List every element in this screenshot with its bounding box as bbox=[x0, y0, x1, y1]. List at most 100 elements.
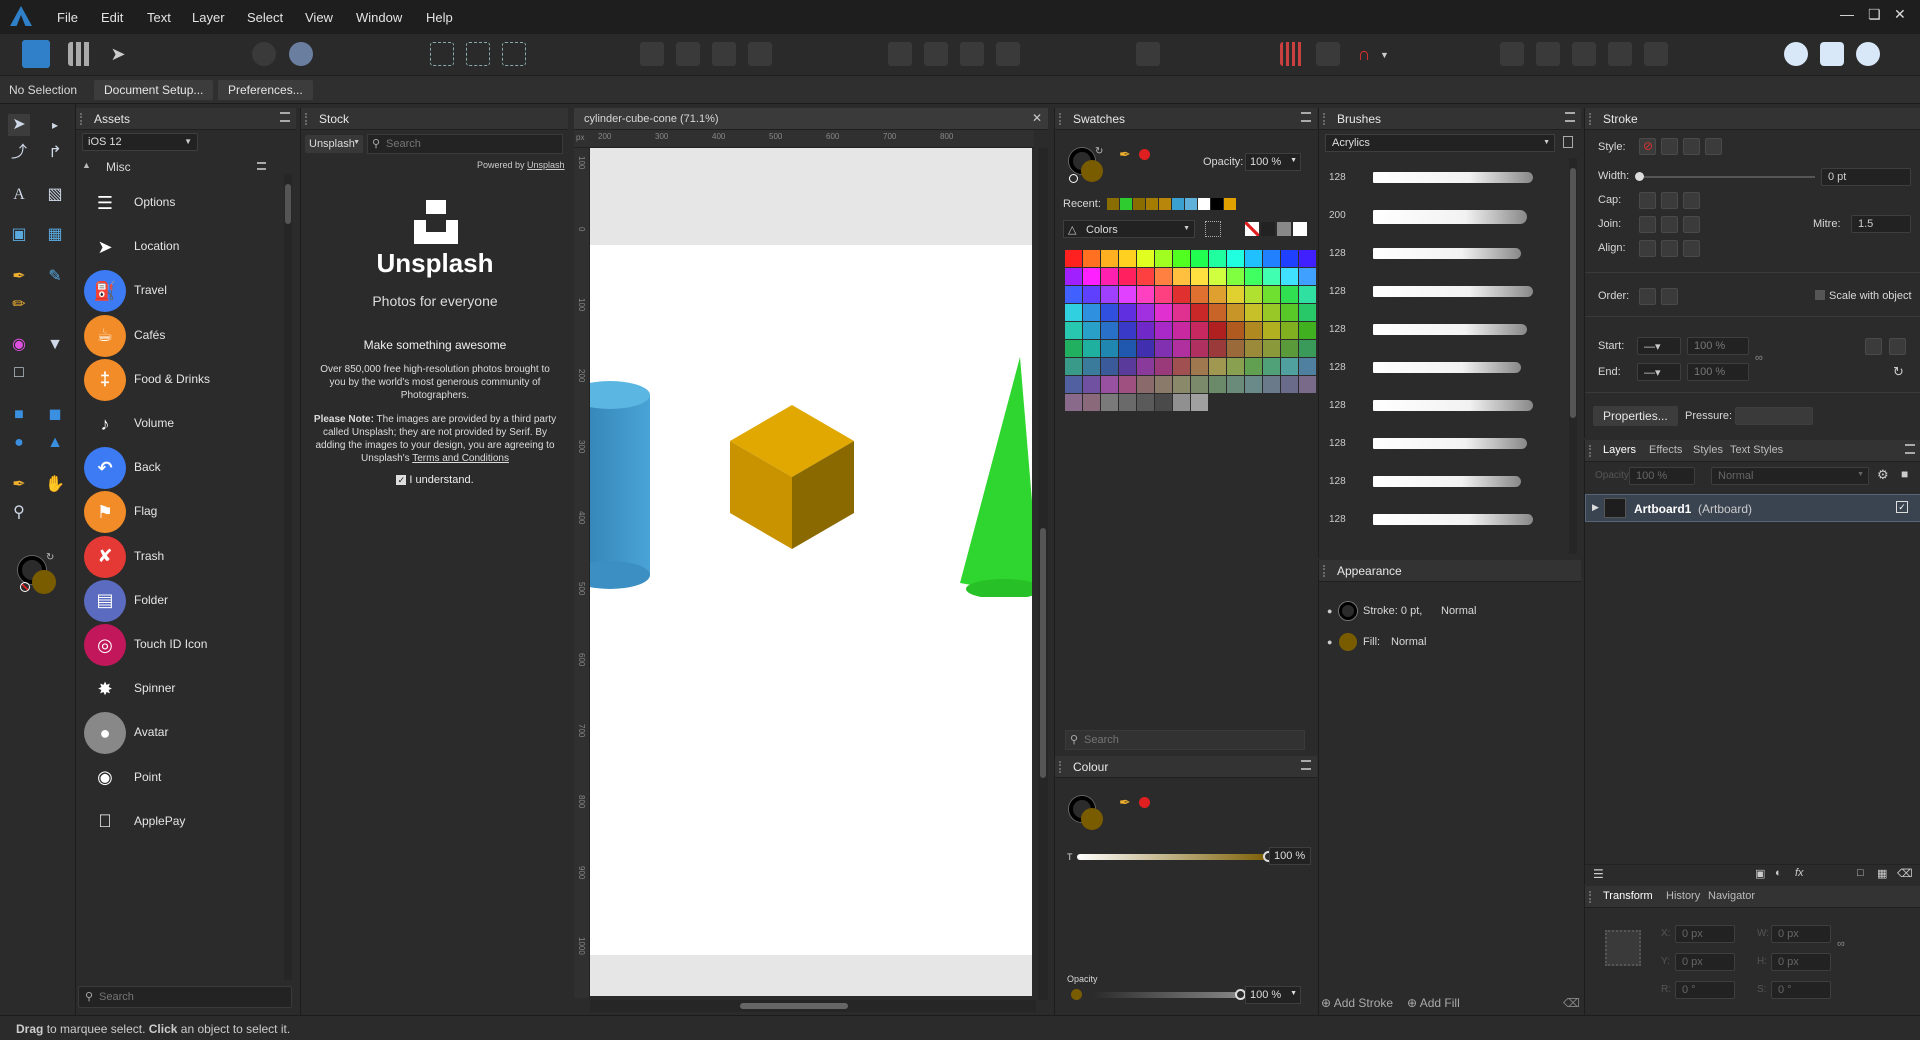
menu-select[interactable]: Select bbox=[247, 10, 283, 25]
swatch-cell[interactable] bbox=[1137, 304, 1154, 321]
understand-checkbox-row[interactable]: ✓ I understand. bbox=[301, 474, 569, 486]
menu-file[interactable]: File bbox=[57, 10, 78, 25]
transparent-toggle-icon[interactable] bbox=[252, 42, 276, 66]
end-arrow-dropdown[interactable]: —▾ bbox=[1637, 363, 1681, 381]
palette-dropdown[interactable]: △ Colors ▼ bbox=[1063, 220, 1195, 238]
no-colour-icon[interactable] bbox=[20, 582, 30, 592]
black-swatch[interactable] bbox=[1261, 222, 1275, 236]
brush-item[interactable]: 128 bbox=[1329, 278, 1569, 308]
blend-mode-dropdown[interactable]: Normal ▼ bbox=[1711, 467, 1869, 485]
pen-corner-tool-icon[interactable]: ⤴ bbox=[8, 142, 30, 164]
tab-layers[interactable]: Layers bbox=[1603, 444, 1636, 456]
add-stroke-button[interactable]: ⊕ Add Stroke bbox=[1321, 996, 1393, 1010]
swatch-cell[interactable] bbox=[1119, 304, 1136, 321]
swatch-cell[interactable] bbox=[1263, 322, 1280, 339]
list-item[interactable]: ▤ Folder bbox=[84, 578, 284, 622]
end-scale-field[interactable]: 100 % bbox=[1687, 363, 1749, 381]
add-fill-button[interactable]: ⊕ Add Fill bbox=[1407, 996, 1460, 1010]
swatch-cell[interactable] bbox=[1281, 376, 1298, 393]
document-tab[interactable]: cylinder-cube-cone (71.1%) ✕ bbox=[574, 108, 1048, 130]
recent-swatch[interactable] bbox=[1172, 198, 1184, 210]
close-icon[interactable]: ✕ bbox=[1894, 6, 1906, 23]
link-icon[interactable]: ∞ bbox=[1837, 938, 1845, 950]
recent-swatch[interactable] bbox=[1120, 198, 1132, 210]
mitre-field[interactable]: 1.5 bbox=[1851, 215, 1911, 233]
swatch-cell[interactable] bbox=[1263, 358, 1280, 375]
restore-icon[interactable]: ❏ bbox=[1868, 6, 1881, 23]
ruler-top[interactable]: px 200 300 400 500 600 700 800 bbox=[574, 130, 1034, 148]
swatch-cell[interactable] bbox=[1119, 322, 1136, 339]
swatch-cell[interactable] bbox=[1065, 394, 1082, 411]
vscroll-thumb[interactable] bbox=[1040, 528, 1046, 778]
colour-picker-icon[interactable]: ✒ bbox=[1119, 146, 1131, 163]
colour-opacity-slider[interactable] bbox=[1093, 989, 1246, 1000]
appearance-fill-row[interactable]: ● Fill: Normal bbox=[1327, 633, 1567, 655]
panel-grip-icon[interactable] bbox=[1589, 891, 1595, 903]
s-field[interactable]: 0 ° bbox=[1771, 981, 1831, 999]
cube-shape[interactable] bbox=[730, 405, 854, 587]
affinity-designer-logo[interactable] bbox=[10, 6, 32, 26]
appearance-stroke-row[interactable]: ● Stroke: 0 pt, Normal bbox=[1327, 602, 1567, 624]
width-slider-thumb[interactable] bbox=[1635, 172, 1644, 181]
swatch-cell[interactable] bbox=[1101, 322, 1118, 339]
swatch-cell[interactable] bbox=[1101, 394, 1118, 411]
swatch-cell[interactable] bbox=[1299, 304, 1316, 321]
swatch-cell[interactable] bbox=[1245, 250, 1262, 267]
panel-grip-icon[interactable] bbox=[1059, 113, 1065, 125]
swatch-cell[interactable] bbox=[1263, 376, 1280, 393]
boolean-xor-icon[interactable] bbox=[1608, 42, 1632, 66]
artboard-tool-icon[interactable]: ▦ bbox=[44, 224, 66, 246]
scrollbar-thumb[interactable] bbox=[1570, 168, 1576, 418]
insert-behind-icon[interactable] bbox=[1820, 42, 1844, 66]
swatch-cell[interactable] bbox=[1065, 250, 1082, 267]
swatch-cell[interactable] bbox=[1245, 286, 1262, 303]
swatch-cell[interactable] bbox=[1281, 304, 1298, 321]
swatch-cell[interactable] bbox=[1101, 286, 1118, 303]
swatch-cell[interactable] bbox=[1065, 340, 1082, 357]
order-behind-icon[interactable] bbox=[1639, 288, 1656, 305]
snapping-magnet-icon[interactable]: ∩ bbox=[1352, 42, 1376, 66]
swatch-cell[interactable] bbox=[1173, 322, 1190, 339]
cap-square-icon[interactable] bbox=[1683, 192, 1700, 209]
stock-search-input[interactable] bbox=[386, 137, 556, 151]
stroke-style-solid-icon[interactable] bbox=[1661, 138, 1678, 155]
mask-icon[interactable]: ▣ bbox=[1755, 867, 1765, 880]
pixel-persona-icon[interactable] bbox=[68, 42, 92, 66]
brush-item[interactable]: 128 bbox=[1329, 468, 1569, 498]
no-colour-icon[interactable] bbox=[1069, 174, 1078, 183]
swatch-cell[interactable] bbox=[1083, 322, 1100, 339]
list-item[interactable]: ✸ Spinner bbox=[84, 666, 284, 711]
recent-swatch[interactable] bbox=[1224, 198, 1236, 210]
terms-link[interactable]: Terms and Conditions bbox=[412, 453, 509, 464]
swatch-cell[interactable] bbox=[1281, 358, 1298, 375]
recent-swatch[interactable] bbox=[1159, 198, 1171, 210]
swatch-cell[interactable] bbox=[1155, 358, 1172, 375]
swatch-cell[interactable] bbox=[1281, 268, 1298, 285]
asset-set-dropdown[interactable]: iOS 12 ▼ bbox=[82, 133, 198, 151]
swatch-cell[interactable] bbox=[1227, 322, 1244, 339]
join-round-icon[interactable] bbox=[1661, 216, 1678, 233]
swatch-cell[interactable] bbox=[1191, 268, 1208, 285]
join-bevel-icon[interactable] bbox=[1683, 216, 1700, 233]
colour-opacity-field[interactable]: 100 % ▼ bbox=[1245, 986, 1301, 1004]
swatch-cell[interactable] bbox=[1083, 304, 1100, 321]
swatch-cell[interactable] bbox=[1083, 286, 1100, 303]
recent-swatch[interactable] bbox=[1185, 198, 1197, 210]
swatch-opacity-field[interactable]: 100 % ▼ bbox=[1245, 153, 1301, 171]
list-item[interactable]: ☕ Cafés bbox=[84, 313, 284, 357]
brush-item[interactable]: 128 bbox=[1329, 164, 1569, 194]
align-outside-icon[interactable] bbox=[1683, 240, 1700, 257]
swatch-cell[interactable] bbox=[1173, 304, 1190, 321]
rectangle-tool-icon[interactable]: ■ bbox=[8, 404, 30, 426]
swatch-cell[interactable] bbox=[1155, 340, 1172, 357]
stock-search[interactable]: ⚲ bbox=[367, 134, 563, 154]
swatch-cell[interactable] bbox=[1101, 250, 1118, 267]
list-item[interactable]: ↶ Back bbox=[84, 445, 284, 490]
brush-panel-options-icon[interactable] bbox=[1563, 136, 1573, 148]
swatch-cell[interactable] bbox=[1209, 286, 1226, 303]
move-tool-icon[interactable]: ➤ bbox=[8, 114, 30, 136]
anchor-point-icon[interactable] bbox=[1605, 930, 1641, 966]
panel-grip-icon[interactable] bbox=[1589, 445, 1595, 457]
swatch-cell[interactable] bbox=[1173, 286, 1190, 303]
tab-styles[interactable]: Styles bbox=[1693, 444, 1723, 456]
